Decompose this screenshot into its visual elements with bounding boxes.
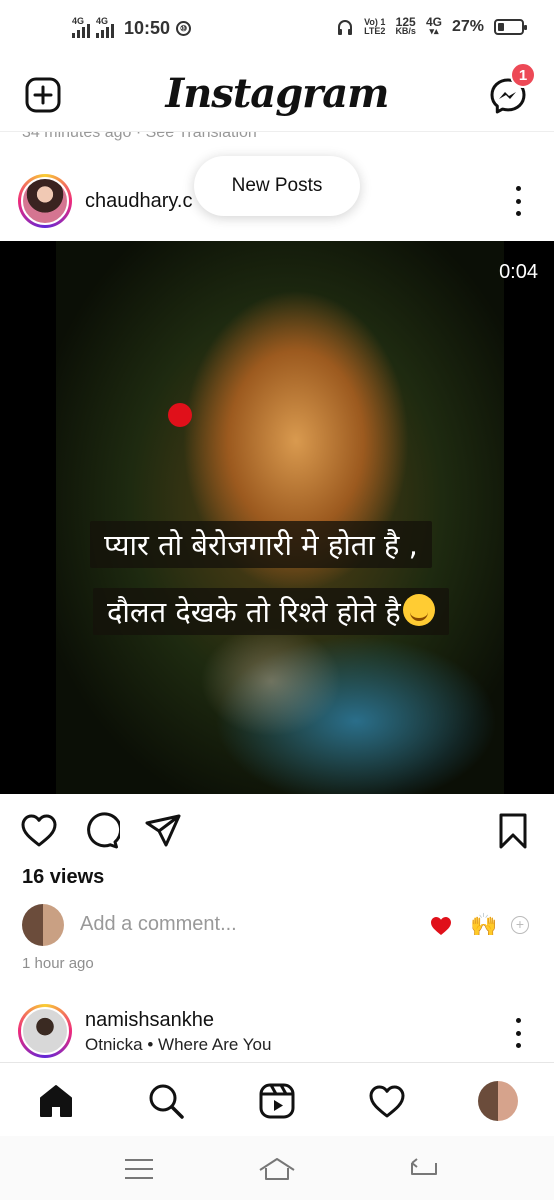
comment-row: Add a comment... 🙌 + <box>0 900 554 950</box>
views-count[interactable]: 16 views <box>22 866 104 889</box>
post-timestamp: 1 hour ago <box>22 955 94 972</box>
more-options-icon[interactable] <box>508 186 528 216</box>
reels-icon[interactable] <box>257 1081 297 1121</box>
notification-badge: 1 <box>510 62 536 88</box>
next-post-avatar[interactable] <box>18 1004 72 1058</box>
instagram-logo[interactable]: Instagram <box>0 70 554 117</box>
profile-avatar[interactable] <box>478 1081 518 1121</box>
post-username[interactable]: chaudhary.c <box>85 190 205 213</box>
notification-indicator-icon: ⑩ <box>176 21 192 36</box>
status-time: 10:50 <box>124 18 171 38</box>
system-nav <box>0 1136 554 1200</box>
avatar-image <box>21 177 69 225</box>
video-frame <box>56 241 504 794</box>
signal-icon-2: 4G <box>96 16 114 38</box>
comment-avatar <box>22 904 64 946</box>
home-icon[interactable] <box>36 1081 76 1121</box>
add-reaction-icon[interactable]: + <box>511 916 529 934</box>
comment-input[interactable]: Add a comment... <box>80 913 237 936</box>
next-post-avatar-image <box>21 1007 69 1055</box>
status-bar-right: Vo) 1 LTE2 125 KB/s 4G ▾▴ 27% <box>336 15 527 36</box>
signal-icon-1: 4G <box>72 16 90 38</box>
save-icon[interactable] <box>494 812 532 850</box>
menu-icon[interactable] <box>122 1154 156 1184</box>
headphones-icon <box>338 20 353 35</box>
video-timer: 0:04 <box>499 261 538 283</box>
volte-indicator: Vo) 1 LTE2 <box>364 17 386 36</box>
app-header: Instagram 1 <box>0 60 554 132</box>
home-system-icon[interactable] <box>258 1154 296 1184</box>
network-type-3: 4G ▾▴ <box>425 15 442 36</box>
video-text-line-1: प्यार तो बेरोजगारी मे होता है , <box>90 521 432 568</box>
activity-icon[interactable] <box>367 1081 407 1121</box>
smiley-emoji-icon <box>402 594 435 626</box>
next-post-username[interactable]: namishsankhe <box>85 1009 214 1032</box>
like-icon[interactable] <box>20 812 58 850</box>
video-text-line-2: दौलत देखके तो रिश्ते होते है <box>93 588 449 635</box>
new-posts-button[interactable]: New Posts <box>194 156 360 216</box>
post-video[interactable]: 0:04 प्यार तो बेरोजगारी मे होता है , दौल… <box>0 241 554 794</box>
heart-reaction-icon[interactable] <box>430 916 452 936</box>
battery-icon <box>494 19 527 35</box>
battery-percent: 27% <box>451 18 484 35</box>
bottom-nav <box>0 1062 554 1136</box>
next-post-more-icon[interactable] <box>508 1018 528 1048</box>
post-actions <box>0 808 554 856</box>
avatar[interactable] <box>18 174 72 228</box>
network-speed: 125 KB/s <box>395 15 416 36</box>
status-bar: 4G 4G 10:50 ⑩ Vo) 1 LTE2 125 KB/s 4G ▾▴ … <box>0 0 554 60</box>
battery-fill <box>498 23 504 31</box>
raised-hands-reaction-icon[interactable]: 🙌 <box>470 912 497 938</box>
comment-icon[interactable] <box>82 812 120 850</box>
back-icon[interactable] <box>406 1154 440 1184</box>
status-bar-left: 4G 4G 10:50 ⑩ <box>72 16 192 39</box>
search-icon[interactable] <box>146 1081 186 1121</box>
next-post-header: namishsankhe Otnicka • Where Are You <box>0 1000 554 1062</box>
video-bindi <box>168 403 192 427</box>
next-post-audio[interactable]: Otnicka • Where Are You <box>85 1035 271 1055</box>
share-icon[interactable] <box>144 812 182 850</box>
